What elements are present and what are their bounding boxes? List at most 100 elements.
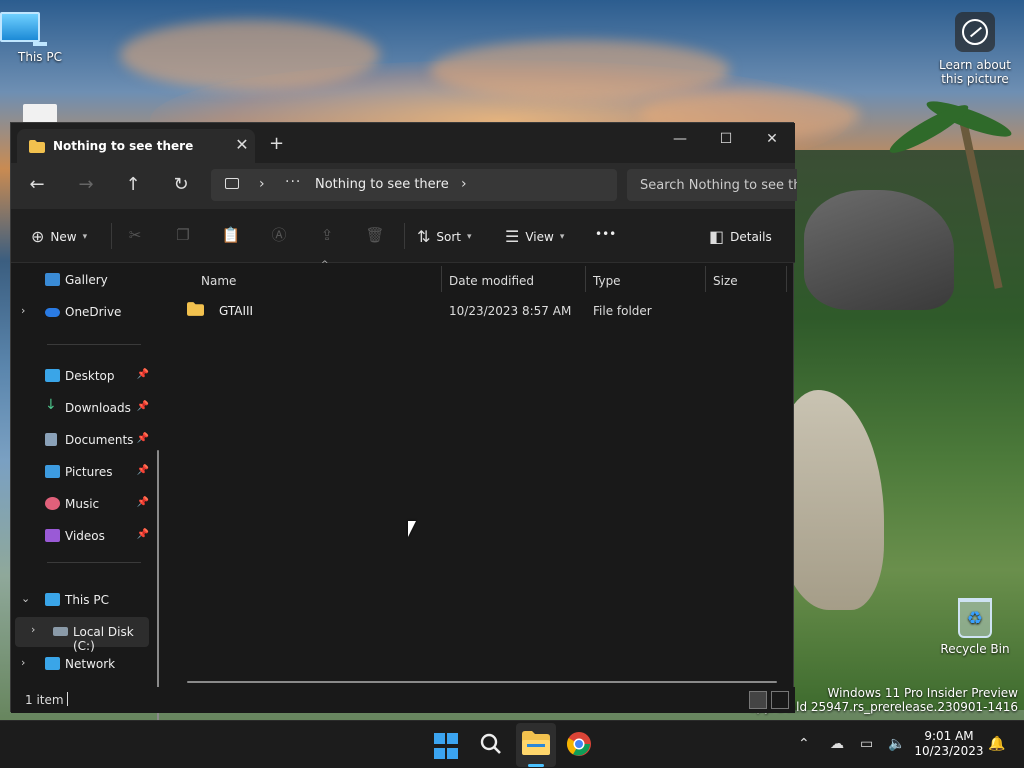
sidebar-item-onedrive[interactable]: › OneDrive — [11, 298, 159, 326]
sidebar-item-documents[interactable]: Documents 📌 — [11, 426, 159, 454]
breadcrumb-overflow[interactable]: ··· — [285, 174, 301, 190]
search-box[interactable]: Search Nothing to see there — [627, 169, 797, 201]
search-icon[interactable] — [478, 731, 506, 759]
details-view-button[interactable] — [749, 691, 767, 709]
refresh-button[interactable]: ↻ — [170, 175, 192, 197]
column-divider[interactable] — [585, 266, 586, 292]
command-bar: ⊕ New ▾ ✂ ❐ 📋 Ⓐ ⇪ 🗑 ⇅ Sort ▾ ☰ View ▾ ••… — [11, 209, 795, 263]
breadcrumb-current[interactable]: Nothing to see there — [315, 177, 449, 192]
details-pane-button[interactable]: ◧ Details — [709, 227, 772, 246]
column-divider[interactable] — [705, 266, 706, 292]
divider — [111, 223, 112, 249]
gallery-icon — [45, 273, 60, 286]
column-divider[interactable] — [441, 266, 442, 292]
start-windows-icon[interactable] — [434, 733, 462, 761]
show-hidden-icons-chevron-up-icon[interactable]: ⌃ — [798, 736, 810, 752]
taskbar: ⌃ ☁ ▭ 🔈 9:01 AM 10/23/2023 🔔 — [0, 720, 1024, 768]
chevron-down-icon: ▾ — [467, 231, 472, 242]
this-pc-icon — [225, 178, 239, 189]
display-icon[interactable]: ▭ — [860, 736, 873, 752]
camera-lens-icon — [955, 12, 995, 52]
chevron-right-icon[interactable]: › — [21, 656, 25, 669]
sidebar-label: Desktop — [65, 369, 115, 383]
file-name[interactable]: GTAIII — [219, 304, 253, 318]
address-bar[interactable]: › ··· Nothing to see there › — [211, 169, 617, 201]
column-header-name[interactable]: Name — [201, 274, 236, 288]
sidebar-label: Local Disk (C:) — [73, 625, 134, 653]
chevron-right-icon[interactable]: › — [259, 176, 265, 192]
large-icons-view-button[interactable] — [771, 691, 789, 709]
folder-icon — [187, 302, 204, 316]
navigation-bar: ← → ↑ ↻ › ··· Nothing to see there › Sea… — [11, 163, 797, 209]
column-header-size[interactable]: Size — [713, 274, 738, 288]
column-divider[interactable] — [786, 266, 787, 292]
forward-button[interactable]: → — [75, 175, 97, 197]
download-arrow-icon: ↓ — [45, 397, 57, 413]
chevron-right-icon[interactable]: › — [31, 623, 35, 636]
file-type: File folder — [593, 304, 652, 318]
sidebar-label: Music — [65, 497, 100, 511]
system-clock[interactable]: 9:01 AM 10/23/2023 — [914, 729, 984, 759]
chevron-right-icon[interactable]: › — [461, 176, 467, 192]
sort-button[interactable]: ⇅ Sort ▾ — [417, 227, 472, 246]
tab-nothing-to-see-there[interactable]: Nothing to see there ✕ — [17, 129, 255, 163]
cut-icon[interactable]: ✂ — [125, 225, 145, 245]
close-window-button[interactable]: ✕ — [749, 127, 795, 153]
sidebar-item-desktop[interactable]: Desktop 📌 — [11, 362, 159, 390]
pin-icon: 📌 — [136, 369, 149, 380]
up-button[interactable]: ↑ — [122, 175, 144, 197]
new-label: New — [50, 229, 77, 244]
desktop-icon-this-pc[interactable]: This PC — [0, 12, 80, 64]
paste-icon[interactable]: 📋 — [221, 225, 241, 245]
share-icon[interactable]: ⇪ — [317, 225, 337, 245]
maximize-button[interactable]: ☐ — [703, 127, 749, 153]
sidebar-label: Documents — [65, 433, 134, 447]
notification-bell-icon[interactable]: 🔔 — [988, 736, 1005, 752]
desktop-icon-recycle-bin[interactable]: ♻ Recycle Bin — [935, 598, 1015, 656]
title-bar: Nothing to see there ✕ + — ☐ ✕ — [11, 123, 795, 163]
sort-indicator-icon: ^ — [321, 260, 329, 270]
sidebar-item-downloads[interactable]: ↓ Downloads 📌 — [11, 394, 159, 422]
column-header-type[interactable]: Type — [593, 274, 621, 288]
learn-about-picture[interactable]: Learn about this picture — [936, 12, 1014, 86]
horizontal-scrollbar[interactable] — [187, 681, 777, 683]
cloud — [430, 40, 730, 100]
sidebar-item-gallery[interactable]: Gallery — [11, 266, 159, 294]
file-explorer-window: Nothing to see there ✕ + — ☐ ✕ ← → ↑ ↻ ›… — [10, 122, 797, 768]
rename-icon[interactable]: Ⓐ — [269, 225, 289, 245]
back-button[interactable]: ← — [26, 175, 48, 197]
delete-icon[interactable]: 🗑 — [365, 225, 385, 245]
file-date: 10/23/2023 8:57 AM — [449, 304, 572, 318]
chevron-right-icon[interactable]: › — [21, 304, 25, 317]
file-explorer-icon[interactable] — [522, 731, 550, 759]
sidebar-label: Videos — [65, 529, 105, 543]
onedrive-status-icon[interactable]: ☁ — [830, 736, 844, 752]
status-bar: 1 item — [11, 687, 795, 713]
column-header-date[interactable]: Date modified — [449, 274, 534, 288]
chevron-down-icon[interactable]: ⌄ — [21, 592, 30, 605]
active-app-indicator — [528, 764, 544, 767]
minimize-button[interactable]: — — [657, 127, 703, 153]
sound-muted-icon[interactable]: 🔈 — [888, 736, 905, 752]
tab-title: Nothing to see there — [53, 139, 194, 153]
pin-icon: 📌 — [136, 465, 149, 476]
sidebar-label: Gallery — [65, 273, 108, 287]
view-button[interactable]: ☰ View ▾ — [505, 227, 564, 246]
tab-close-button[interactable]: ✕ — [229, 135, 255, 157]
navigation-pane: Gallery › OneDrive Desktop 📌 ↓ Downloads… — [11, 264, 169, 768]
sidebar-item-pictures[interactable]: Pictures 📌 — [11, 458, 159, 486]
sidebar-item-this-pc[interactable]: ⌄ This PC — [11, 586, 159, 614]
sidebar-item-videos[interactable]: Videos 📌 — [11, 522, 159, 550]
more-options-button[interactable]: ••• — [595, 227, 616, 241]
sidebar-item-network[interactable]: › Network — [11, 650, 159, 678]
sidebar-item-local-disk[interactable]: › Local Disk (C:) — [15, 617, 149, 653]
copy-icon[interactable]: ❐ — [173, 225, 193, 245]
file-list: ^ Name Date modified Type Size GTAIII 10… — [169, 260, 795, 683]
pin-icon: 📌 — [136, 497, 149, 508]
sort-icon: ⇅ — [417, 227, 431, 246]
sidebar-item-music[interactable]: Music 📌 — [11, 490, 159, 518]
new-button[interactable]: ⊕ New ▾ — [31, 227, 87, 246]
pin-icon: 📌 — [136, 433, 149, 444]
chrome-icon[interactable] — [566, 731, 594, 759]
new-tab-button[interactable]: + — [269, 135, 284, 153]
